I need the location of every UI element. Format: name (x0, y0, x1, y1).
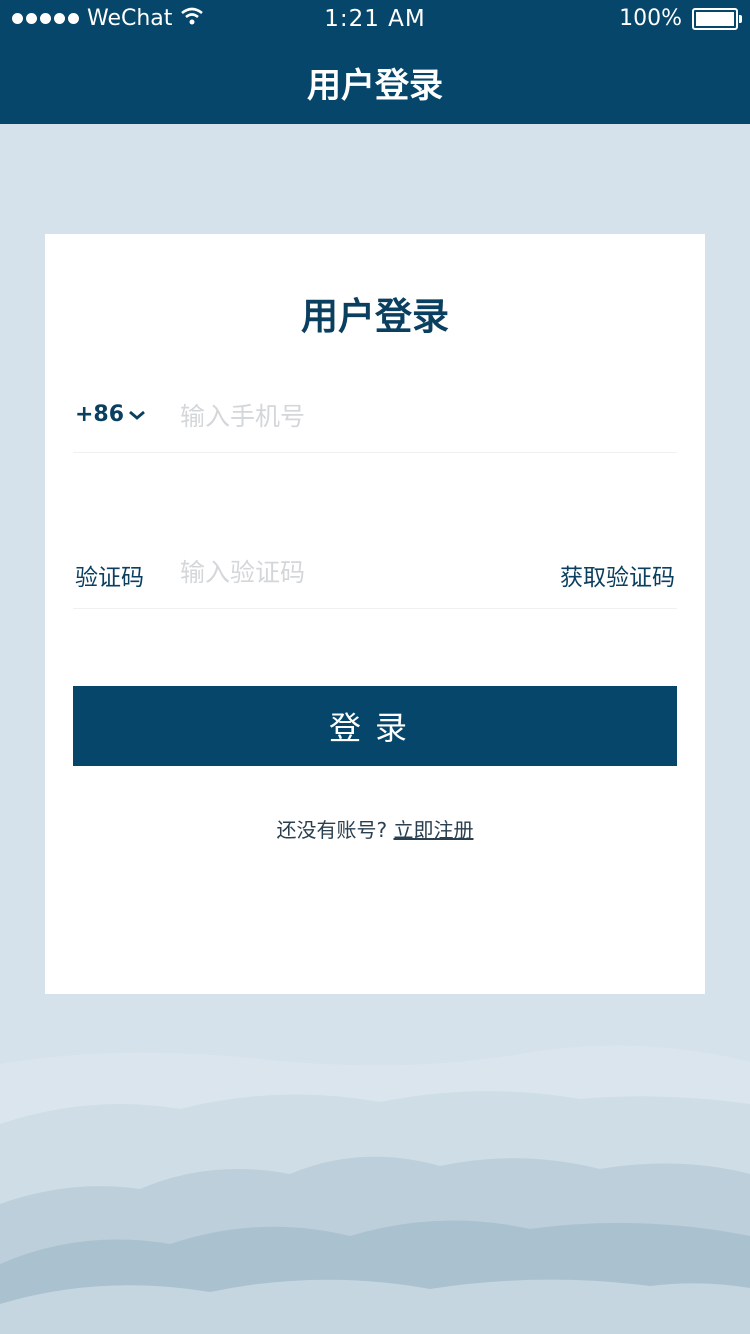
chevron-down-icon (128, 402, 146, 427)
country-code-select[interactable]: +86 (75, 402, 146, 427)
nav-bar: 用户登录 (0, 40, 750, 124)
code-input[interactable] (180, 550, 510, 594)
code-row: 验证码 获取验证码 (73, 538, 677, 609)
card-title: 用户登录 (301, 295, 449, 338)
phone-row: +86 (73, 382, 677, 453)
nav-title: 用户登录 (307, 65, 443, 106)
login-button[interactable]: 登录 (73, 686, 677, 766)
country-code-label: +86 (75, 402, 125, 427)
phone-input[interactable] (180, 394, 510, 438)
status-right: 100% (619, 6, 742, 31)
login-card: 用户登录 +86 验证码 获取验证码 登录 还没有账号? 立即注册 (45, 234, 705, 994)
get-code-button[interactable]: 获取验证码 (560, 558, 675, 592)
no-account-text: 还没有账号? (276, 818, 388, 842)
register-link[interactable]: 立即注册 (393, 818, 473, 842)
battery-icon (692, 7, 742, 30)
mountain-background (0, 974, 750, 1334)
status-bar: WeChat 1:21 AM 100% (0, 0, 750, 40)
battery-percent: 100% (619, 6, 682, 31)
code-label: 验证码 (75, 565, 144, 591)
register-prompt: 还没有账号? 立即注册 (45, 814, 705, 843)
